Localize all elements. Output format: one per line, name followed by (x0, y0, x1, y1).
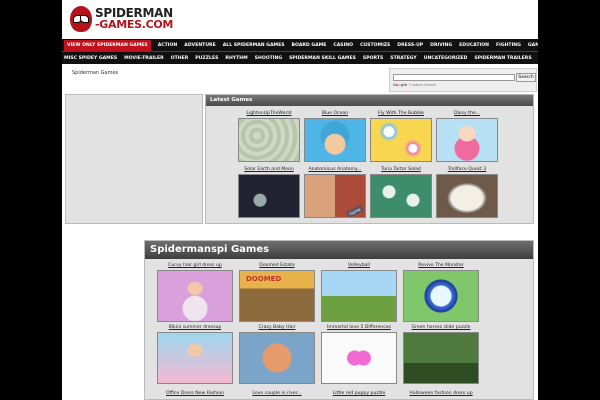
game-tile[interactable]: Bikini summer dressup (157, 325, 237, 384)
game-tile[interactable]: LightenUpTheWorld (238, 111, 304, 162)
game-thumbnail[interactable] (436, 118, 498, 162)
nav-item[interactable]: SPIDERMAN SKILL GAMES (289, 56, 356, 61)
nav-item[interactable]: ADVENTURE (184, 43, 215, 48)
game-title-link[interactable]: Bikini summer dressup (153, 325, 237, 332)
game-badge: Game (346, 204, 364, 217)
game-title-link[interactable]: Office Dress New Fashion (153, 391, 237, 398)
nav-item[interactable]: ACTION (158, 43, 178, 48)
game-title-link[interactable]: Love couple in river... (235, 391, 319, 398)
game-thumbnail[interactable]: DOOMED (239, 270, 315, 322)
game-thumbnail[interactable]: Game (304, 174, 366, 218)
nav-item[interactable]: BOARD GAME (292, 43, 327, 48)
game-tile[interactable]: Volleyball (321, 263, 401, 322)
nav-item[interactable]: ALL SPIDERMAN GAMES (223, 43, 285, 48)
game-tile[interactable]: Anatomicus Anatomy... Game (304, 167, 370, 218)
game-title-link[interactable]: Volleyball (317, 263, 401, 270)
game-tile[interactable]: Trollface Quest 3 (436, 167, 502, 218)
game-tile-next[interactable]: Halloween fashion dress up (403, 391, 483, 398)
search-button[interactable]: Search (516, 73, 536, 82)
game-thumbnail[interactable] (436, 174, 498, 218)
game-tile[interactable]: Revive The Monster (403, 263, 483, 322)
game-tile[interactable]: Immortal love 5 Differences (321, 325, 401, 384)
nav-item[interactable]: SPIDERMAN TRAILERS (474, 56, 531, 61)
game-tile[interactable]: Crazy Baby Hair (239, 325, 319, 384)
game-tile[interactable]: Daisy the... (436, 111, 502, 162)
game-thumbnail[interactable] (239, 332, 315, 384)
google-logo: Google (393, 83, 408, 87)
spiderman-mask-icon (70, 6, 92, 32)
nav-item[interactable]: VIEW ONLY SPIDERMAN GAMES (64, 39, 151, 51)
nav-item[interactable]: EDUCATION (459, 43, 489, 48)
game-title-link[interactable]: Trollface Quest 3 (432, 167, 502, 174)
game-thumbnail[interactable] (304, 118, 366, 162)
search-box: Search Google Custom Search (389, 68, 537, 92)
custom-search-brand: Google Custom Search (393, 83, 436, 87)
nav-item[interactable]: DRIVING (430, 43, 452, 48)
nav-item[interactable]: SHOOTING (255, 56, 282, 61)
nav-item[interactable]: MOVIE-TRAILER (124, 56, 164, 61)
main-nav-row2: MISC SPIDEY GAMES MOVIE-TRAILER OTHER PUZZL… (62, 52, 538, 64)
game-tile[interactable]: Tuna Tartar Salad (370, 167, 436, 218)
nav-item[interactable]: STRATEGY (390, 56, 416, 61)
game-tile[interactable]: Solar Earth and Moon (238, 167, 304, 218)
game-tile[interactable]: Fly With The Bubble (370, 111, 436, 162)
game-title-link[interactable]: Green horses slide puzzle (399, 325, 483, 332)
game-tile-next[interactable]: Office Dress New Fashion (157, 391, 237, 398)
game-tile[interactable]: Blue Ocean (304, 111, 370, 162)
game-title-link[interactable]: Halloween fashion dress up (399, 391, 483, 398)
game-title-link[interactable]: Blue Ocean (300, 111, 370, 118)
page: SPIDERMAN -GAMES.COM VIEW ONLY SPIDERMAN… (62, 0, 538, 400)
game-thumbnail[interactable] (238, 118, 300, 162)
game-thumbnail[interactable] (238, 174, 300, 218)
game-title-link[interactable]: Immortal love 5 Differences (317, 325, 401, 332)
left-sidebar-box (65, 94, 203, 224)
game-tile[interactable]: Doomed Estate DOOMED (239, 263, 319, 322)
game-title-link[interactable]: Curvy hair girl dress up (153, 263, 237, 270)
game-thumbnail[interactable] (157, 270, 233, 322)
game-title-link[interactable]: Solar Earth and Moon (234, 167, 304, 174)
game-title-link[interactable]: Crazy Baby Hair (235, 325, 319, 332)
search-input[interactable] (393, 74, 515, 81)
game-title-link[interactable]: Revive The Monster (399, 263, 483, 270)
site-logo[interactable]: SPIDERMAN -GAMES.COM (70, 4, 173, 34)
game-title-link[interactable]: LightenUpTheWorld (234, 111, 304, 118)
game-thumbnail[interactable] (370, 118, 432, 162)
nav-item[interactable]: SPORTS (363, 56, 383, 61)
game-tile-next[interactable]: Love couple in river... (239, 391, 319, 398)
game-thumbnail[interactable] (157, 332, 233, 384)
main-nav-row1: VIEW ONLY SPIDERMAN GAMES ACTION ADVENTURE… (62, 39, 538, 51)
game-tile-next[interactable]: Little red puppy puzzle (321, 391, 401, 398)
logo-line2: -GAMES.COM (95, 18, 174, 31)
game-title-link[interactable]: Anatomicus Anatomy... (300, 167, 370, 174)
spidermanspi-games-panel: Spidermanspi Games Curvy hair girl dress… (144, 240, 534, 400)
game-title-link[interactable]: Tuna Tartar Salad (366, 167, 436, 174)
custom-search-label: Custom Search (409, 83, 437, 87)
game-thumbnail[interactable] (403, 332, 479, 384)
spidermanspi-games-title: Spidermanspi Games (145, 241, 533, 259)
breadcrumb: Spiderman Games (72, 70, 119, 76)
nav-item[interactable]: CUSTOMIZE (360, 43, 390, 48)
nav-item[interactable]: OTHER (171, 56, 189, 61)
game-title-link[interactable]: Little red puppy puzzle (317, 391, 401, 398)
game-thumbnail[interactable] (321, 270, 397, 322)
nav-item[interactable]: RHYTHM (225, 56, 247, 61)
game-tile[interactable]: Curvy hair girl dress up (157, 263, 237, 322)
game-thumbnail[interactable] (321, 332, 397, 384)
game-thumbnail[interactable] (370, 174, 432, 218)
game-thumbnail[interactable] (403, 270, 479, 322)
nav-item[interactable]: FIGHTING (496, 43, 521, 48)
game-tile[interactable]: Green horses slide puzzle (403, 325, 483, 384)
nav-item[interactable]: MISC SPIDEY GAMES (64, 56, 117, 61)
game-title-link[interactable]: Fly With The Bubble (366, 111, 436, 118)
nav-item[interactable]: CASINO (333, 43, 353, 48)
nav-item[interactable]: UNCATEGORIZED (424, 56, 468, 61)
nav-item[interactable]: GAMES (528, 43, 538, 48)
latest-games-title: Latest Games (206, 95, 533, 106)
nav-item[interactable]: PUZZLES (195, 56, 218, 61)
game-title-link[interactable]: Doomed Estate (235, 263, 319, 270)
game-title-link[interactable]: Daisy the... (432, 111, 502, 118)
doomed-logo-text: DOOMED (246, 275, 282, 283)
latest-games-panel: Latest Games LightenUpTheWorld Blue Ocean… (205, 94, 534, 224)
nav-item[interactable]: DRESS-UP (397, 43, 423, 48)
